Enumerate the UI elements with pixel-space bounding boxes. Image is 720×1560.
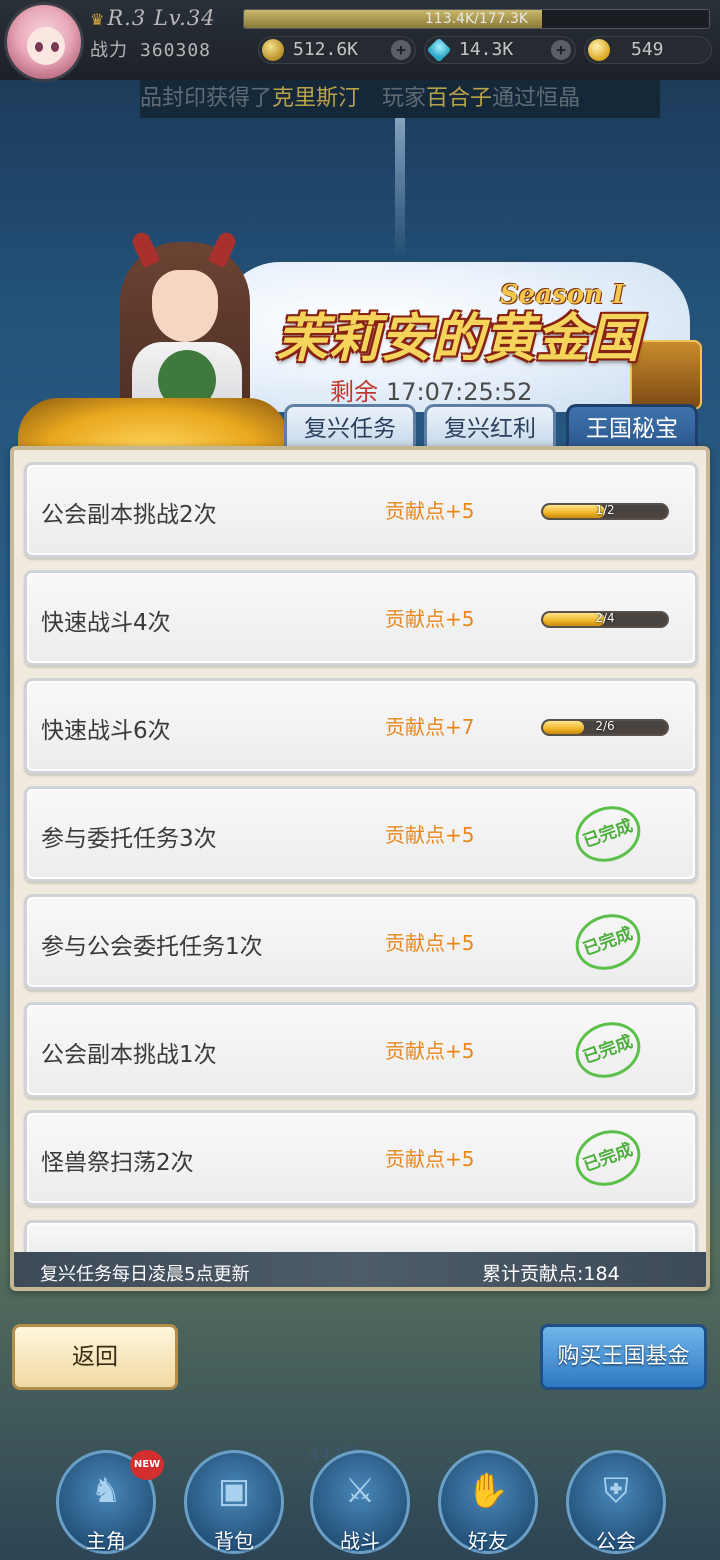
task-name: 公会副本挑战2次 — [41, 502, 217, 528]
task-panel: 公会副本挑战2次 贡献点+5 1/2 快速战斗4次 贡献点+5 2/4 快速战斗6次 贡献点+… — [10, 446, 710, 1291]
task-name: 怪兽祭扫荡2次 — [41, 1150, 194, 1176]
crystal-resource: 549 — [584, 36, 712, 64]
buy-kingdom-fund-button[interactable]: 购买王国基金 — [540, 1324, 707, 1390]
avatar-face — [27, 27, 65, 65]
gold-pile — [18, 398, 288, 450]
top-status-bar: ♛R.3 Lv.34 113.4K/177.3K 战力 360308 512.6K… — [0, 0, 720, 82]
task-panel-footer: 复兴任务每日凌晨5点更新 累计贡献点:184 — [14, 1252, 706, 1287]
avatar-eye — [35, 42, 43, 52]
event-countdown: 剩余 17:07:25:52 — [330, 372, 532, 407]
broadcast-text: 品封印获得了 — [140, 86, 273, 111]
task-reward: 贡献点+5 — [385, 931, 475, 955]
battle-icon: ⚔ — [344, 1471, 376, 1511]
crystal-value: 549 — [631, 39, 664, 60]
new-badge: NEW — [130, 1450, 164, 1480]
tab-kingdom-treasure[interactable]: 王国秘宝 — [566, 404, 698, 448]
task-name: 快速战斗6次 — [41, 718, 171, 744]
add-gold-button[interactable]: + — [391, 40, 411, 60]
task-progress-text: 2/4 — [595, 611, 615, 625]
broadcast-highlight: 克里斯汀 — [272, 86, 361, 111]
nav-guild[interactable]: ⛨ 公会 — [566, 1450, 666, 1554]
star-crystal-icon — [588, 39, 610, 61]
refresh-note: 复兴任务每日凌晨5点更新 — [40, 1264, 250, 1285]
nav-backpack-label: 背包 — [214, 1529, 254, 1553]
nav-battle-label: 战斗 — [340, 1529, 380, 1553]
exp-text: 113.4K/177.3K — [424, 11, 529, 27]
countdown-label: 剩余 — [330, 378, 378, 406]
task-progress-bar: 1/2 — [541, 503, 669, 520]
diamond-resource: 14.3K + — [424, 36, 576, 64]
light-beam — [395, 118, 405, 258]
task-reward: 贡献点+7 — [385, 715, 475, 739]
nav-friends-label: 好友 — [468, 1529, 508, 1553]
guild-icon: ⛨ — [603, 1471, 629, 1511]
tab-revival-bonus[interactable]: 复兴红利 — [424, 404, 556, 448]
task-reward: 贡献点+5 — [385, 1039, 475, 1063]
add-diamond-button[interactable]: + — [551, 40, 571, 60]
broadcast-highlight: 百合子 — [426, 86, 493, 111]
friends-icon: ✋ — [466, 1471, 510, 1511]
gold-resource: 512.6K + — [258, 36, 416, 64]
task-row[interactable]: 公会副本挑战2次 贡献点+5 1/2 — [24, 462, 698, 558]
diamond-value: 14.3K — [459, 39, 514, 60]
gold-coin-icon — [262, 39, 284, 61]
back-button[interactable]: 返回 — [12, 1324, 178, 1390]
exp-bar: 113.4K/177.3K — [243, 9, 710, 29]
countdown-time: 17:07:25:52 — [386, 378, 533, 406]
completed-stamp: 已完成 — [567, 1121, 649, 1195]
task-progress-text: 2/6 — [595, 719, 615, 733]
bottom-nav: ♞ 主角 ▣ 背包 ⚔ 战斗 ✋ 好友 ⛨ 公会 — [0, 1440, 720, 1560]
broadcast-text: 通过恒晶 — [492, 86, 581, 111]
task-name: 参与公会委托任务1次 — [41, 934, 263, 960]
task-row[interactable]: 公会副本挑战1次 贡献点+5 已完成 — [24, 1002, 698, 1098]
task-progress-bar: 2/4 — [541, 611, 669, 628]
avatar-eye — [51, 42, 59, 52]
backpack-icon: ▣ — [217, 1471, 251, 1511]
event-title: 茉莉安的黄金国 — [275, 308, 640, 369]
task-row[interactable]: 快速战斗4次 贡献点+5 2/4 — [24, 570, 698, 666]
task-name: 快速战斗4次 — [41, 610, 171, 636]
task-row[interactable]: 参与委托任务3次 贡献点+5 已完成 — [24, 786, 698, 882]
player-avatar[interactable] — [4, 2, 84, 82]
task-name: 公会副本挑战1次 — [41, 1042, 217, 1068]
nav-friends[interactable]: ✋ 好友 — [438, 1450, 538, 1554]
nav-hero-label: 主角 — [86, 1529, 126, 1553]
combat-power-value: 360308 — [140, 40, 212, 61]
broadcast-text: 玩家 — [360, 86, 427, 111]
total-contribution: 累计贡献点:184 — [482, 1263, 620, 1285]
task-reward: 贡献点+5 — [385, 499, 475, 523]
nav-guild-label: 公会 — [596, 1529, 636, 1553]
completed-stamp: 已完成 — [567, 905, 649, 979]
task-row[interactable]: 快速战斗6次 贡献点+7 2/6 — [24, 678, 698, 774]
nav-backpack[interactable]: ▣ 背包 — [184, 1450, 284, 1554]
combat-power: 战力 360308 — [90, 36, 211, 62]
player-rank-level: ♛R.3 Lv.34 — [90, 6, 216, 30]
task-reward: 贡献点+5 — [385, 823, 475, 847]
completed-stamp: 已完成 — [567, 1013, 649, 1087]
task-progress-text: 1/2 — [595, 503, 615, 517]
character-face — [152, 270, 218, 342]
completed-stamp: 已完成 — [567, 797, 649, 871]
nav-battle[interactable]: ⚔ 战斗 — [310, 1450, 410, 1554]
broadcast-ticker: 品封印获得了克里斯汀 玩家百合子通过恒晶 — [140, 80, 660, 118]
task-reward: 贡献点+5 — [385, 607, 475, 631]
task-progress-bar: 2/6 — [541, 719, 669, 736]
task-reward: 贡献点+5 — [385, 1147, 475, 1171]
diamond-icon — [426, 37, 452, 63]
crown-icon: ♛ — [90, 10, 106, 29]
rank-level-text: R.3 Lv.34 — [107, 6, 216, 30]
gold-value: 512.6K — [293, 39, 359, 60]
task-name: 参与委托任务3次 — [41, 826, 217, 852]
tab-revival-tasks[interactable]: 复兴任务 — [284, 404, 416, 448]
combat-power-label: 战力 — [90, 40, 128, 61]
task-row[interactable]: 参与公会委托任务1次 贡献点+5 已完成 — [24, 894, 698, 990]
task-row[interactable]: 怪兽祭扫荡2次 贡献点+5 已完成 — [24, 1110, 698, 1206]
